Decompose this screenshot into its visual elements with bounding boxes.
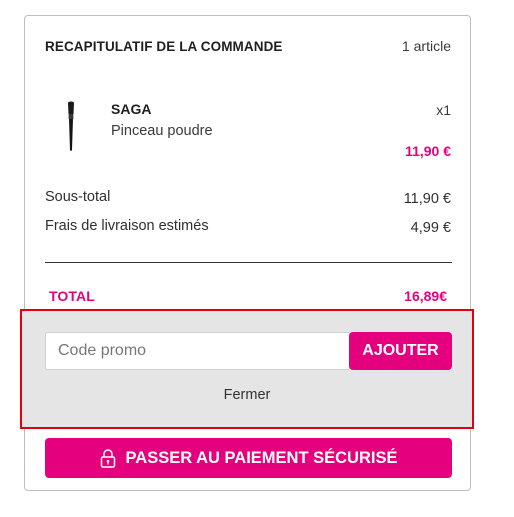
lock-icon [100,449,115,468]
order-summary-title: RECAPITULATIF DE LA COMMANDE [45,39,283,54]
promo-code-input[interactable] [45,332,349,370]
subtotal-label: Sous-total [45,189,111,205]
total-value: 16,89€ [404,288,447,304]
close-promo-link[interactable]: Fermer [22,387,472,403]
shipping-label: Frais de livraison estimés [45,218,209,234]
divider [45,262,452,263]
product-quantity: x1 [436,102,451,118]
subtotal-value: 11,90 € [403,191,451,207]
product-price: 11,90 € [405,143,451,159]
secure-checkout-button[interactable]: PASSER AU PAIEMENT SÉCURISÉ [45,438,452,478]
shipping-value: 4,99 € [410,220,451,236]
product-brand: SAGA [111,101,152,117]
total-label: TOTAL [49,288,95,304]
product-thumbnail [51,100,91,152]
secure-checkout-label: PASSER AU PAIEMENT SÉCURISÉ [125,448,398,467]
add-promo-button[interactable]: AJOUTER [349,332,452,370]
promo-code-panel: AJOUTER Fermer [20,309,474,429]
makeup-brush-icon [68,101,74,151]
item-count: 1 article [401,38,451,54]
product-name: Pinceau poudre [111,123,213,139]
